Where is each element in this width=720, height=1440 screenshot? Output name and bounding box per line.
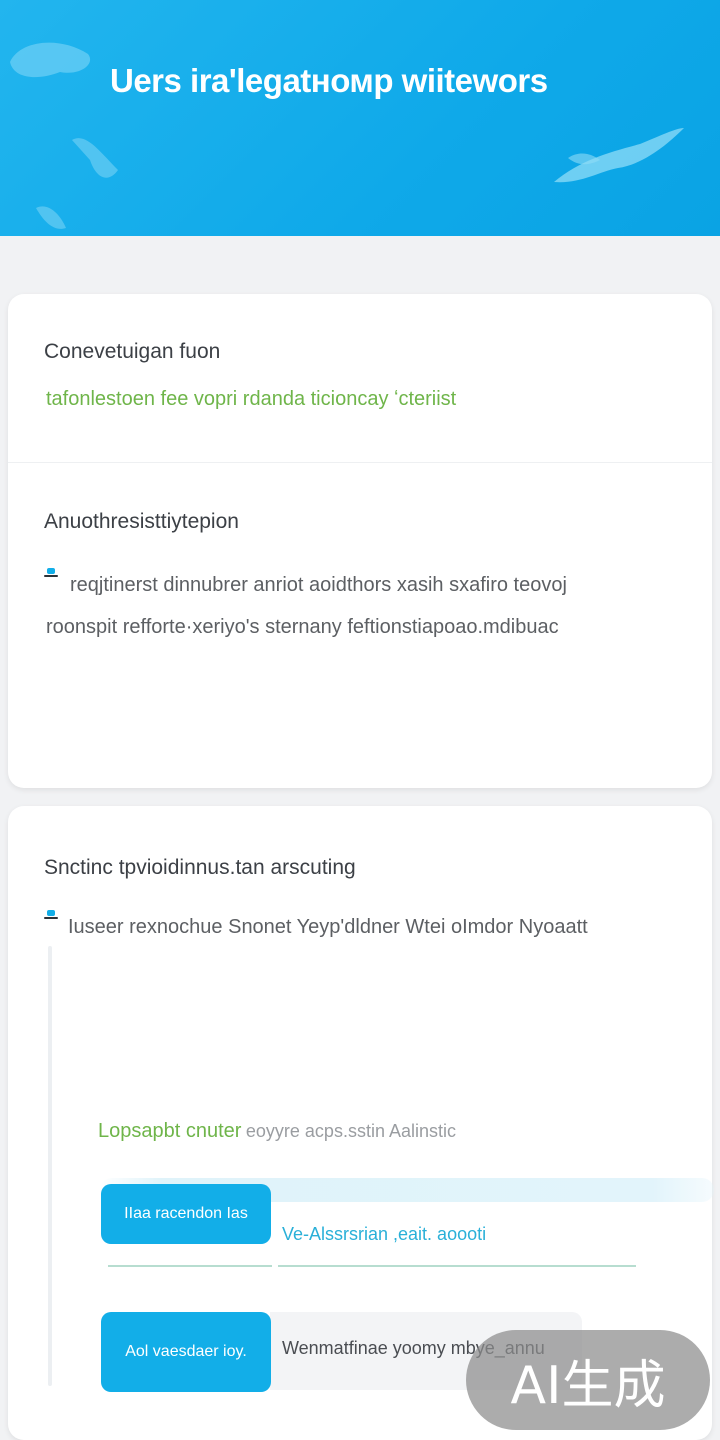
pin-icon [44,910,58,919]
section-title-conversation: Conevetuigan fuon [44,340,221,363]
option-caption-grey: eoyyre acps.sstin Aalinstic [245,1121,456,1141]
card-title-settings: Snctinc tpvioidinnus.tan arscuting [44,856,356,879]
option-button-2[interactable]: Aol vaesdaer ioy. [101,1312,271,1392]
description-line-2: roonspit refforte·xeriyo's sternany feft… [46,616,559,638]
description-line-1: reqjtinerst dinnubrer anriot aoidthors x… [70,574,567,596]
option-button-1[interactable]: IIaa racendon Ias [101,1184,271,1244]
left-rule [48,946,52,1386]
option-caption-green[interactable]: Lopsapbt cnuter [98,1120,241,1142]
section-divider [8,462,712,463]
settings-bullet-line: Iuseer rexnochue Snonet Yeyp'dldner Wtei… [68,916,588,938]
option-row-1-text[interactable]: Ve-Alssrsrian ,eait. aoooti [282,1224,486,1245]
pin-icon [44,568,58,577]
row-1-underline-right [278,1265,636,1267]
option-caption: Lopsapbt cnuter eoyyre acps.sstin Aalins… [98,1120,456,1143]
ai-generated-watermark: AI生成 [466,1330,710,1430]
info-card: Conevetuigan fuon tafonlestoen fee vopri… [8,294,712,788]
header-decoration [10,42,684,229]
page-title: Uers ira'legatномp wiitewors [110,62,548,99]
row-1-underline-left [108,1265,272,1267]
conversation-link[interactable]: tafonlestoen fee vopri rdanda ticioncay … [46,388,456,411]
section-title-description: Anuothresisttiytepion [44,510,239,533]
app-header: Uers ira'legatномp wiitewors [0,0,720,236]
